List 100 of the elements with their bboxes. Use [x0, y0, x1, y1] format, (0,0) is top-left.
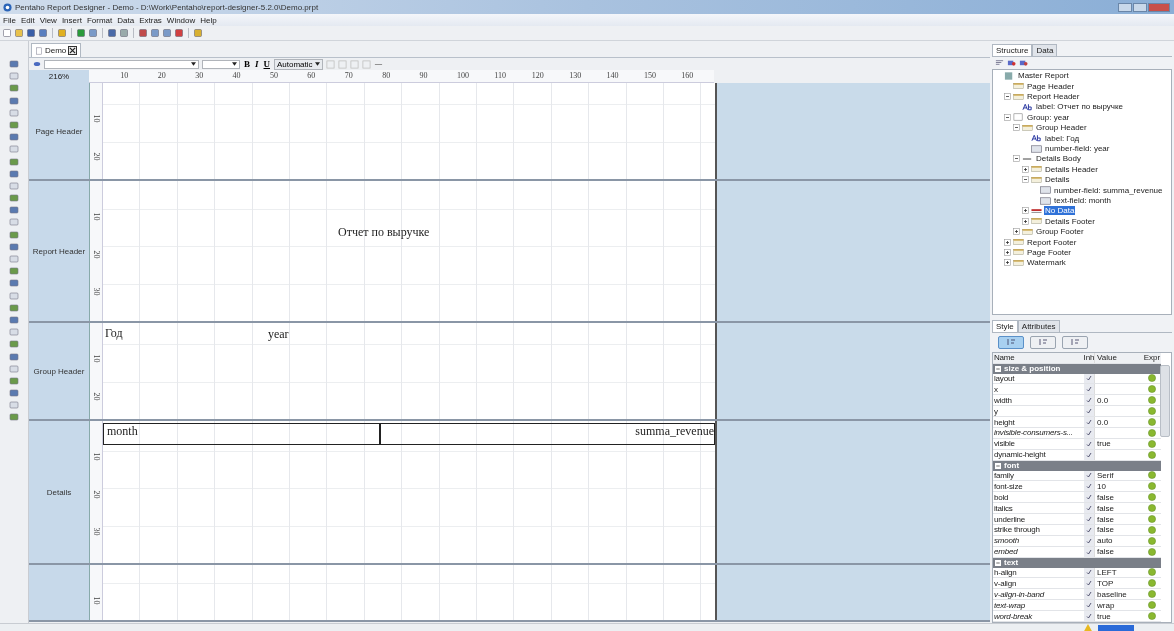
minimize-button[interactable] [1118, 2, 1132, 12]
tree-item[interactable]: Watermark [1026, 258, 1067, 268]
menu-item[interactable]: Edit [20, 15, 35, 25]
property-section[interactable]: size & position [993, 363, 1161, 374]
inherit-checkmark-icon[interactable] [1086, 429, 1092, 436]
palette-tool-icon[interactable] [9, 180, 19, 191]
palette-tool-icon[interactable] [9, 107, 19, 118]
tree-toggle-icon[interactable] [1013, 228, 1020, 236]
underline-button[interactable]: U [262, 59, 271, 69]
property-value[interactable]: 0.0 [1097, 395, 1109, 405]
palette-tool-icon[interactable] [9, 314, 19, 325]
palette-tool-icon[interactable] [9, 375, 19, 386]
color-dropdown[interactable]: Automatic [274, 58, 323, 70]
palette-tool-icon[interactable] [9, 278, 19, 289]
palette-tool-icon[interactable] [9, 229, 19, 240]
property-value[interactable]: true [1097, 611, 1111, 621]
palette-tool-icon[interactable] [9, 168, 19, 179]
inherit-checkmark-icon[interactable] [1086, 472, 1092, 479]
palette-tool-icon[interactable] [9, 302, 19, 313]
property-section[interactable]: text [993, 557, 1161, 568]
property-value[interactable]: Serif [1097, 470, 1114, 480]
tree-item[interactable]: Report Header [1026, 92, 1081, 102]
palette-tool-icon[interactable] [9, 254, 19, 264]
property-section[interactable]: font [993, 460, 1161, 471]
palette-tool-icon[interactable] [9, 388, 19, 399]
column-header[interactable]: Expr [1142, 353, 1162, 363]
property-value[interactable]: false [1097, 525, 1114, 535]
palette-tool-icon[interactable] [9, 119, 19, 130]
bold-button[interactable]: B [242, 59, 251, 69]
inherit-checkmark-icon[interactable] [1086, 548, 1092, 555]
tree-item[interactable]: Details [1044, 175, 1071, 185]
tree-item[interactable]: Master Report [1017, 71, 1070, 81]
eye-icon[interactable] [32, 60, 41, 68]
scrollbar[interactable] [1160, 364, 1170, 437]
inherit-checkmark-icon[interactable] [1086, 602, 1092, 609]
property-value[interactable]: true [1097, 439, 1111, 449]
inherit-checkmark-icon[interactable] [1086, 397, 1092, 404]
italic-button[interactable]: I [254, 59, 260, 69]
palette-tool-icon[interactable] [9, 266, 19, 277]
inherit-checkmark-icon[interactable] [1086, 591, 1092, 598]
band-label-panel[interactable]: Details [28, 421, 90, 563]
inherit-checkmark-icon[interactable] [1086, 526, 1092, 533]
inherit-checkmark-icon[interactable] [1086, 386, 1092, 393]
column-header[interactable]: Name [993, 353, 1084, 363]
palette-tool-icon[interactable] [9, 95, 19, 106]
band-label-panel[interactable]: Group Header [28, 323, 90, 419]
tree-item[interactable]: text-field: month [1053, 196, 1112, 205]
close-button[interactable] [1148, 2, 1170, 12]
tree-item[interactable]: label: Отчет по выручке [1035, 102, 1125, 112]
panel-tab[interactable]: Style [992, 319, 1018, 332]
inherit-checkmark-icon[interactable] [1086, 494, 1092, 501]
tree-item[interactable]: Group Header [1035, 123, 1088, 133]
palette-tool-icon[interactable] [9, 351, 19, 362]
menu-item[interactable]: Window [166, 15, 196, 25]
collapse-icon[interactable] [995, 559, 1001, 566]
menu-item[interactable]: Extras [139, 15, 162, 25]
tree-toggle-icon[interactable] [1004, 113, 1011, 121]
field-cell[interactable]: month [102, 423, 380, 445]
palette-tool-icon[interactable] [9, 156, 19, 167]
property-value[interactable]: wrap [1097, 600, 1115, 610]
palette-tool-icon[interactable] [9, 144, 19, 155]
tree-toggle-icon[interactable] [1022, 207, 1029, 215]
maximize-button[interactable] [1133, 2, 1147, 12]
menu-item[interactable]: Help [200, 15, 217, 25]
tree-item[interactable]: label: Год [1044, 133, 1081, 143]
collapse-icon[interactable] [995, 365, 1001, 372]
palette-tool-icon[interactable] [9, 241, 19, 252]
palette-tool-icon[interactable] [9, 83, 19, 94]
report-label[interactable]: Год [104, 326, 123, 341]
inherit-checkmark-icon[interactable] [1086, 440, 1092, 447]
tree-toggle-icon[interactable] [1022, 176, 1029, 184]
band-label-panel[interactable]: Page Header [28, 83, 90, 179]
add-icon[interactable] [1007, 58, 1016, 68]
palette-tool-icon[interactable] [9, 217, 19, 228]
property-value[interactable]: LEFT [1097, 568, 1117, 577]
view-toggle-button[interactable] [998, 335, 1024, 349]
menu-item[interactable]: Data [117, 15, 135, 25]
inherit-checkmark-icon[interactable] [1086, 580, 1092, 587]
tree-toggle-icon[interactable] [1022, 165, 1029, 173]
close-tab-button[interactable] [68, 46, 78, 55]
tree-toggle-icon[interactable] [1022, 217, 1029, 225]
palette-tool-icon[interactable] [9, 59, 19, 69]
palette-tool-icon[interactable] [9, 71, 19, 82]
palette-tool-icon[interactable] [9, 327, 19, 338]
panel-tab[interactable]: Attributes [1017, 319, 1060, 332]
tree-item[interactable]: Report Footer [1026, 237, 1078, 247]
inherit-checkmark-icon[interactable] [1086, 483, 1092, 490]
inherit-checkmark-icon[interactable] [1086, 375, 1092, 382]
property-value[interactable]: auto [1097, 536, 1113, 546]
collapse-icon[interactable] [995, 462, 1001, 469]
view-toggle-button[interactable] [1062, 335, 1088, 349]
menu-item[interactable]: Insert [61, 15, 82, 25]
menu-item[interactable]: View [39, 15, 57, 25]
palette-tool-icon[interactable] [9, 290, 19, 301]
column-header[interactable]: Value [1094, 352, 1142, 363]
property-value[interactable]: false [1097, 503, 1114, 513]
palette-tool-icon[interactable] [9, 412, 19, 423]
band-label-panel[interactable]: Report Header [28, 181, 90, 321]
tree-item[interactable]: Page Header [1026, 81, 1076, 91]
tree-item[interactable]: number-field: summa_revenue [1053, 185, 1164, 195]
